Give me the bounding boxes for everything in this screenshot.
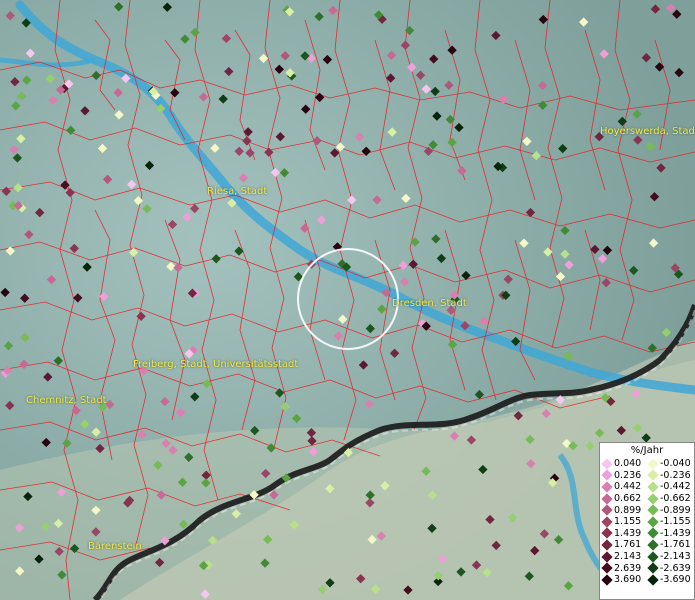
legend-swatch — [647, 504, 659, 516]
legend-value: 0.662 — [614, 493, 642, 505]
legend-row: -0.899 — [647, 504, 694, 516]
legend-row: -1.439 — [647, 527, 694, 540]
legend-row: -3.690 — [647, 574, 694, 586]
legend-value: -2.639 — [660, 562, 691, 574]
legend-value: -3.690 — [660, 574, 691, 586]
city-label: Bärenstein — [88, 541, 142, 552]
legend-value: 0.442 — [614, 481, 642, 493]
city-label: Freiberg, Stadt, Universitätsstadt — [133, 359, 299, 370]
map-canvas[interactable]: Riesa, Stadt Hoyerswerda, Stadt Dresden, S… — [0, 0, 695, 600]
legend-swatch — [601, 527, 613, 540]
legend-swatch — [647, 516, 659, 528]
legend-row: 3.690 — [601, 574, 648, 586]
legend-row: 2.639 — [601, 562, 648, 574]
legend-row: -0.662 — [647, 492, 694, 505]
legend-row: 2.143 — [601, 550, 648, 563]
legend-row: 1.761 — [601, 539, 648, 551]
legend-value: -0.662 — [660, 493, 691, 505]
legend-swatch — [647, 458, 659, 470]
legend-swatch — [647, 492, 659, 505]
legend-swatch — [647, 539, 659, 551]
legend-columns: 0.040 0.236 0.442 0.662 0.899 1.155 1.439 1.761… — [600, 458, 694, 586]
legend-row: 1.155 — [601, 516, 648, 528]
legend-value: -1.761 — [660, 539, 691, 551]
legend-value: -0.899 — [660, 504, 691, 516]
legend-swatch — [601, 504, 613, 516]
legend-value: -0.040 — [660, 458, 691, 470]
legend-value: 3.690 — [614, 574, 642, 586]
legend-row: -1.155 — [647, 516, 694, 528]
legend-row: -2.639 — [647, 562, 694, 574]
city-label: Hoyerswerda, Stadt — [600, 126, 695, 137]
legend-swatch — [601, 516, 613, 528]
map-legend: %/Jahr 0.040 0.236 0.442 0.662 0.899 1.155 1.4… — [599, 442, 695, 600]
city-label: Dresden, Stadt — [392, 298, 467, 309]
legend-swatch — [647, 574, 659, 586]
legend-row: 0.236 — [601, 469, 648, 482]
legend-row: 0.662 — [601, 492, 648, 505]
legend-value: -2.143 — [660, 551, 691, 563]
legend-swatch — [601, 539, 613, 551]
legend-value: 2.639 — [614, 562, 642, 574]
legend-value: 0.899 — [614, 504, 642, 516]
legend-swatch — [601, 550, 613, 563]
legend-swatch — [601, 481, 613, 493]
legend-swatch — [647, 527, 659, 540]
city-label: Riesa, Stadt — [207, 186, 268, 197]
legend-value: -0.236 — [660, 469, 691, 481]
legend-swatch — [647, 550, 659, 563]
map-layers — [0, 0, 695, 600]
legend-value: -0.442 — [660, 481, 691, 493]
legend-row: -0.040 — [647, 458, 694, 470]
legend-swatch — [647, 562, 659, 574]
legend-title: %/Jahr — [630, 445, 664, 456]
legend-swatch — [601, 458, 613, 470]
legend-row: -2.143 — [647, 550, 694, 563]
legend-row: -0.442 — [647, 481, 694, 493]
legend-value: 1.155 — [614, 516, 642, 528]
legend-row: 1.439 — [601, 527, 648, 540]
legend-negative-column: -0.040 -0.236 -0.442 -0.662 -0.899 -1.155 -1.4… — [647, 458, 694, 586]
legend-swatch — [601, 574, 613, 586]
city-label: Chemnitz, Stadt — [26, 395, 107, 406]
legend-swatch — [601, 562, 613, 574]
legend-swatch — [601, 469, 613, 482]
legend-value: 1.761 — [614, 539, 642, 551]
legend-row: -1.761 — [647, 539, 694, 551]
legend-row: 0.040 — [601, 458, 648, 470]
legend-swatch — [647, 469, 659, 482]
legend-swatch — [601, 492, 613, 505]
legend-value: -1.155 — [660, 516, 691, 528]
legend-row: 0.442 — [601, 481, 648, 493]
legend-positive-column: 0.040 0.236 0.442 0.662 0.899 1.155 1.439 1.761… — [601, 458, 648, 586]
legend-value: 0.040 — [614, 458, 642, 470]
legend-row: -0.236 — [647, 469, 694, 482]
legend-value: 0.236 — [614, 469, 642, 481]
legend-row: 0.899 — [601, 504, 648, 516]
legend-value: 1.439 — [614, 527, 642, 539]
legend-swatch — [647, 481, 659, 493]
legend-value: -1.439 — [660, 527, 691, 539]
legend-value: 2.143 — [614, 551, 642, 563]
